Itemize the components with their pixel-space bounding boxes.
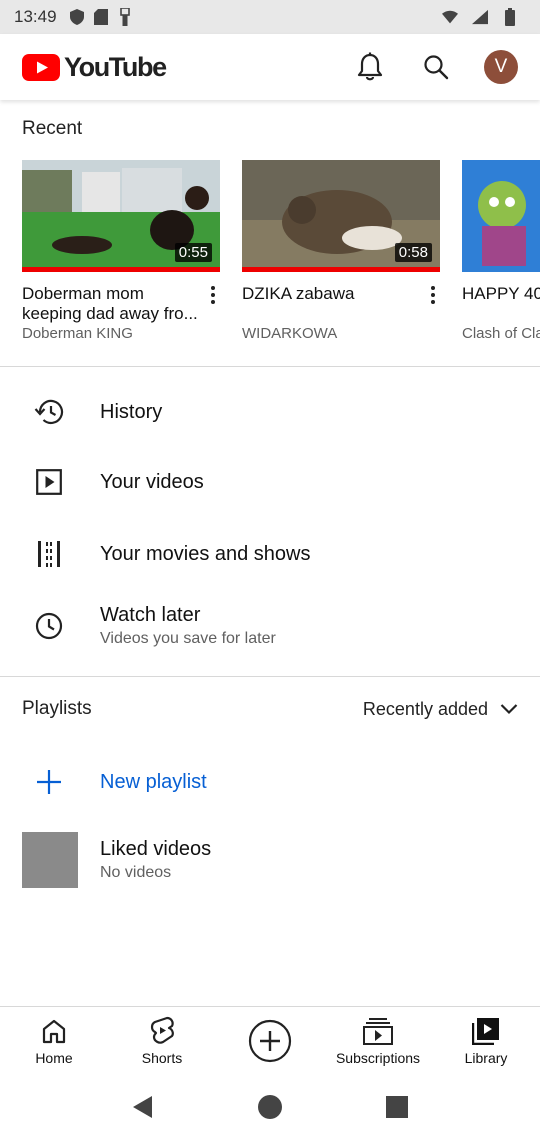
- nav-label: Shorts: [141, 1049, 183, 1066]
- youtube-logo[interactable]: YouTube: [22, 51, 167, 83]
- home-system-button[interactable]: [252, 1089, 288, 1125]
- notifications-button[interactable]: [352, 49, 388, 85]
- more-options-icon[interactable]: [206, 284, 220, 306]
- recents-square-icon: [385, 1096, 408, 1118]
- battery-icon: [502, 8, 518, 26]
- menu-label: History: [100, 400, 163, 423]
- menu-label: Your movies and shows: [100, 542, 311, 565]
- recent-video-card[interactable]: 0:55 Doberman mom keeping dad away fro..…: [22, 160, 220, 342]
- recent-video-card[interactable]: 0:58 DZIKA zabawa WIDARKOWA: [242, 160, 440, 342]
- nav-shorts[interactable]: Shorts: [108, 1007, 216, 1074]
- watch-progress-bar: [22, 267, 220, 272]
- playlists-title: Playlists: [22, 698, 92, 719]
- bell-icon: [357, 52, 383, 81]
- back-button[interactable]: [125, 1089, 161, 1125]
- app-header: YouTube V: [0, 34, 540, 100]
- video-duration: 0:58: [394, 243, 432, 262]
- plus-icon: [34, 767, 64, 797]
- account-avatar[interactable]: V: [484, 50, 518, 84]
- video-title[interactable]: DZIKA zabawa: [242, 284, 422, 324]
- video-thumbnail[interactable]: 0:58: [242, 160, 440, 272]
- menu-label: Your videos: [100, 470, 204, 493]
- history-icon: [34, 397, 64, 427]
- video-channel: WIDARKOWA: [242, 325, 338, 342]
- liked-videos-title: Liked videos: [100, 838, 212, 860]
- recent-video-card[interactable]: HAPPY 40 CLASHIVE Clash of Cla: [462, 160, 540, 342]
- menu-sublabel: Videos you save for later: [100, 630, 276, 647]
- bottom-navigation: Home Shorts Subscriptions Library: [0, 1006, 540, 1074]
- section-divider: [0, 366, 540, 367]
- new-playlist-button[interactable]: New playlist: [0, 754, 540, 810]
- video-thumbnail[interactable]: 0:55: [22, 160, 220, 272]
- recent-videos-row[interactable]: 0:55 Doberman mom keeping dad away fro..…: [22, 160, 540, 350]
- playlist-thumbnail: [22, 832, 78, 888]
- recent-section-title: Recent: [22, 118, 83, 139]
- nav-label: Library: [464, 1049, 508, 1066]
- menu-item-watch-later[interactable]: Watch later Videos you save for later: [0, 594, 540, 658]
- system-navigation-bar: [0, 1074, 540, 1140]
- usb-icon: [117, 8, 133, 26]
- shield-icon: [69, 9, 85, 25]
- nav-library[interactable]: Library: [432, 1007, 540, 1074]
- video-channel: Clash of Cla: [462, 325, 540, 342]
- recents-button[interactable]: [379, 1089, 415, 1125]
- more-options-icon[interactable]: [426, 284, 440, 306]
- video-title[interactable]: HAPPY 40 CLASHIVE: [462, 284, 540, 324]
- search-button[interactable]: [418, 49, 454, 85]
- video-duration: 0:55: [174, 243, 212, 262]
- liked-videos-item[interactable]: Liked videos No videos: [0, 828, 540, 892]
- menu-item-history[interactable]: History: [0, 380, 540, 444]
- new-playlist-label: New playlist: [100, 770, 207, 793]
- nav-home[interactable]: Home: [0, 1007, 108, 1074]
- sort-label: Recently added: [362, 698, 488, 719]
- menu-item-your-videos[interactable]: Your videos: [0, 450, 540, 514]
- shorts-icon: [147, 1016, 177, 1046]
- video-channel: Doberman KING: [22, 325, 133, 342]
- create-plus-icon: [248, 1019, 292, 1063]
- playlist-sort-dropdown[interactable]: Recently added: [363, 699, 518, 720]
- library-icon: [471, 1016, 501, 1046]
- video-title[interactable]: Doberman mom keeping dad away fro...: [22, 284, 202, 324]
- home-icon: [39, 1016, 69, 1046]
- nav-label: Home: [35, 1049, 73, 1066]
- youtube-play-icon: [22, 53, 60, 81]
- chevron-down-icon: [500, 704, 518, 715]
- status-bar: 13:49: [0, 0, 540, 34]
- wifi-icon: [442, 9, 458, 25]
- liked-videos-count: No videos: [100, 864, 172, 881]
- film-strip-icon: [34, 539, 64, 569]
- home-circle-icon: [257, 1095, 282, 1119]
- watch-progress-bar: [242, 267, 440, 272]
- nav-subscriptions[interactable]: Subscriptions: [324, 1007, 432, 1074]
- clock-icon: [34, 611, 64, 641]
- video-thumbnail[interactable]: [462, 160, 540, 272]
- thumbnail-image-clash: [462, 160, 540, 272]
- menu-label: Watch later: [100, 604, 201, 626]
- signal-icon: [472, 9, 488, 25]
- nav-label: Subscriptions: [335, 1049, 421, 1066]
- back-triangle-icon: [133, 1096, 153, 1118]
- play-box-icon: [34, 467, 64, 497]
- search-icon: [424, 55, 449, 80]
- subscriptions-icon: [363, 1016, 393, 1046]
- logo-text: YouTube: [64, 51, 167, 82]
- sd-card-icon: [93, 9, 109, 25]
- nav-create[interactable]: [216, 1007, 324, 1074]
- section-divider: [0, 676, 540, 677]
- playlists-header: Playlists Recently added: [22, 698, 518, 720]
- status-time: 13:49: [14, 7, 57, 26]
- menu-item-movies[interactable]: Your movies and shows: [0, 522, 540, 586]
